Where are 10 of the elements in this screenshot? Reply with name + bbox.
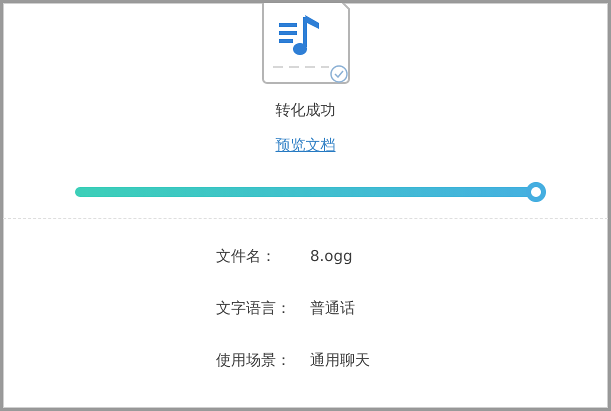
detail-label: 文件名： bbox=[216, 246, 277, 267]
slider-handle[interactable] bbox=[526, 182, 546, 202]
progress-slider[interactable] bbox=[75, 182, 546, 202]
detail-value: 8.ogg bbox=[310, 246, 353, 267]
detail-label: 文字语言： bbox=[216, 298, 292, 319]
detail-value: 普通话 bbox=[310, 298, 355, 319]
detail-value: 通用聊天 bbox=[310, 350, 370, 371]
detail-label: 使用场景： bbox=[216, 350, 292, 371]
status-text: 转化成功 bbox=[276, 100, 336, 121]
preview-link[interactable]: 预览文档 bbox=[276, 134, 336, 156]
